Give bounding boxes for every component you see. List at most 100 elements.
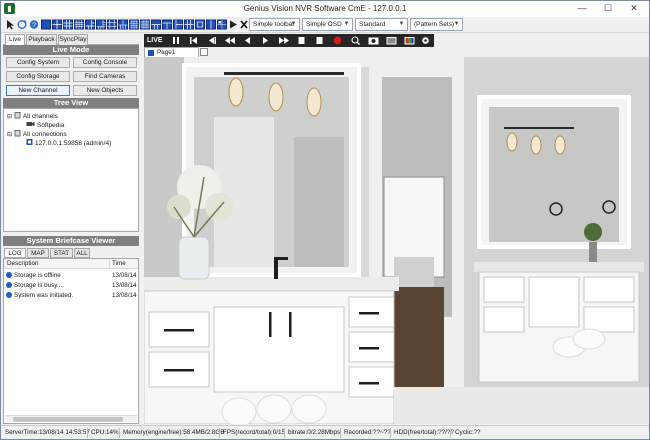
layout-custom-icon[interactable] xyxy=(162,19,172,30)
config-system-button[interactable]: Config System xyxy=(6,57,70,68)
rewind-icon[interactable] xyxy=(221,35,238,46)
app-window: ▮ Genius Vision NVR Software CmE - 127.0… xyxy=(0,0,650,440)
find-cameras-button[interactable]: Find Cameras xyxy=(73,71,137,82)
briefcase-tabs: LOG MAP STAT ALL xyxy=(3,248,139,258)
hdd-readout: HDD(free/total):??/?? xyxy=(394,429,454,436)
page-tabs: Page1 xyxy=(144,47,649,57)
status-bar: ServerTime:13/08/14 14:53:57 CPU:14% Mem… xyxy=(1,425,649,439)
divider xyxy=(219,428,220,438)
cpu-usage: CPU:14% xyxy=(91,429,119,436)
step-back-icon[interactable] xyxy=(203,35,220,46)
layout-wide-icon[interactable] xyxy=(151,19,161,30)
info-icon xyxy=(6,292,12,298)
layout-1plus5-icon[interactable] xyxy=(85,19,95,30)
chevron-down-icon: ▼ xyxy=(343,21,350,27)
config-storage-button[interactable]: Config Storage xyxy=(6,71,70,82)
log-row[interactable]: Storage is offline 13/08/14 xyxy=(6,271,138,280)
camera-video-view[interactable] xyxy=(144,57,649,424)
tab-log[interactable]: LOG xyxy=(4,248,26,258)
tab-all[interactable]: ALL xyxy=(74,248,90,258)
layout-2plus8-icon[interactable] xyxy=(118,19,128,30)
settings-icon[interactable] xyxy=(417,35,434,46)
first-frame-icon[interactable] xyxy=(185,35,202,46)
horizontal-scrollbar[interactable] xyxy=(5,415,137,422)
log-time: 13/08/14 xyxy=(112,272,137,279)
tree-item-all-connections[interactable]: ⊟ All connections xyxy=(7,129,67,138)
camera-icon xyxy=(26,121,35,127)
pattern-sets-select[interactable]: (Pattern Sets) ▼ xyxy=(410,18,463,31)
layout-single-icon[interactable] xyxy=(195,19,205,30)
layout-grid-icon[interactable] xyxy=(184,19,194,30)
layout-1x1-icon[interactable] xyxy=(41,19,51,30)
column-time[interactable]: Time xyxy=(112,259,126,269)
profile-select[interactable]: Standard ▼ xyxy=(355,18,408,31)
tab-playback[interactable]: Playback xyxy=(26,34,57,45)
bitrate-readout: bitrate:0/2.28Mbps xyxy=(288,429,341,436)
folder-icon xyxy=(14,130,21,137)
layout-4x4-icon[interactable] xyxy=(74,19,84,30)
divider xyxy=(284,428,285,438)
help-icon[interactable]: ? xyxy=(29,19,39,30)
play-icon[interactable] xyxy=(257,35,274,46)
close-icon[interactable]: ✕ xyxy=(621,1,647,16)
collapse-icon[interactable]: ⊟ xyxy=(7,114,12,120)
play-sequence-icon[interactable] xyxy=(228,19,238,30)
zoom-icon[interactable] xyxy=(347,35,364,46)
tab-syncplay[interactable]: SyncPlay xyxy=(58,34,88,45)
snapshot-icon[interactable] xyxy=(365,35,382,46)
tree-item-softpedia[interactable]: Softpedia xyxy=(26,120,64,129)
tree-item-all-channels[interactable]: ⊟ All channels xyxy=(7,111,58,120)
new-page-icon[interactable] xyxy=(200,48,208,56)
layout-3x3-icon[interactable] xyxy=(63,19,73,30)
server-time: ServerTime:13/08/14 14:53:57 xyxy=(5,429,90,436)
log-row[interactable]: Storage is busy.... 13/08/14 xyxy=(6,281,138,290)
divider xyxy=(340,428,341,438)
divider xyxy=(119,428,120,438)
scrollbar-thumb[interactable] xyxy=(13,417,123,422)
close-layout-icon[interactable] xyxy=(239,19,249,30)
info-icon xyxy=(6,272,12,278)
log-description: Storage is busy.... xyxy=(14,282,64,289)
tab-stat[interactable]: STAT xyxy=(50,248,73,258)
column-divider xyxy=(109,259,110,269)
layout-hd-icon[interactable] xyxy=(173,19,183,30)
pattern-sets-select-value: (Pattern Sets) xyxy=(414,21,455,28)
divider xyxy=(87,428,88,438)
recorded-readout: Recorded:??~?? xyxy=(344,429,391,436)
layout-tall-icon[interactable] xyxy=(206,19,216,30)
layout-1plus12-icon[interactable] xyxy=(107,19,117,30)
maximize-icon[interactable]: ☐ xyxy=(595,1,621,16)
cursor-icon[interactable] xyxy=(5,19,15,30)
tab-page1[interactable]: Page1 xyxy=(144,47,199,57)
new-channel-button[interactable]: New Channel xyxy=(6,85,70,96)
osd-mode-select-value: Simple OSD xyxy=(306,21,342,28)
log-row[interactable]: System was initiated. 13/08/14 xyxy=(6,291,138,300)
layout-5x5-icon[interactable] xyxy=(129,19,139,30)
stop-icon[interactable] xyxy=(293,35,310,46)
layout-1plus7-icon[interactable] xyxy=(96,19,106,30)
stop-square-icon[interactable] xyxy=(311,35,328,46)
minimize-icon[interactable]: — xyxy=(569,1,595,16)
camera-frame-image xyxy=(144,57,649,424)
new-objects-button[interactable]: New Objects xyxy=(73,85,137,96)
tree-view-header: Tree View xyxy=(3,98,139,108)
toolbar-mode-select[interactable]: Simple toolbar ▼ xyxy=(249,18,300,31)
record-icon[interactable] xyxy=(329,35,346,46)
image-icon[interactable] xyxy=(383,35,400,46)
layout-quad-icon[interactable] xyxy=(217,19,227,30)
color-icon[interactable] xyxy=(401,35,418,46)
chevron-down-icon: ▼ xyxy=(398,21,405,27)
refresh-icon[interactable] xyxy=(17,19,27,30)
prev-icon[interactable] xyxy=(239,35,256,46)
column-description[interactable]: Description xyxy=(7,259,39,269)
osd-mode-select[interactable]: Simple OSD ▼ xyxy=(302,18,353,31)
tab-map[interactable]: MAP xyxy=(27,248,49,258)
next-icon[interactable] xyxy=(275,35,292,46)
config-console-button[interactable]: Config Console xyxy=(73,57,137,68)
collapse-icon[interactable]: ⊟ xyxy=(7,132,12,138)
tree-item-connection[interactable]: 127.0.0.1:59858 (admin/4) xyxy=(26,138,111,147)
layout-2x2-icon[interactable] xyxy=(52,19,62,30)
layout-6x6-icon[interactable] xyxy=(140,19,150,30)
live-control-bar: LIVE xyxy=(144,34,434,47)
pause-icon[interactable] xyxy=(167,35,184,46)
